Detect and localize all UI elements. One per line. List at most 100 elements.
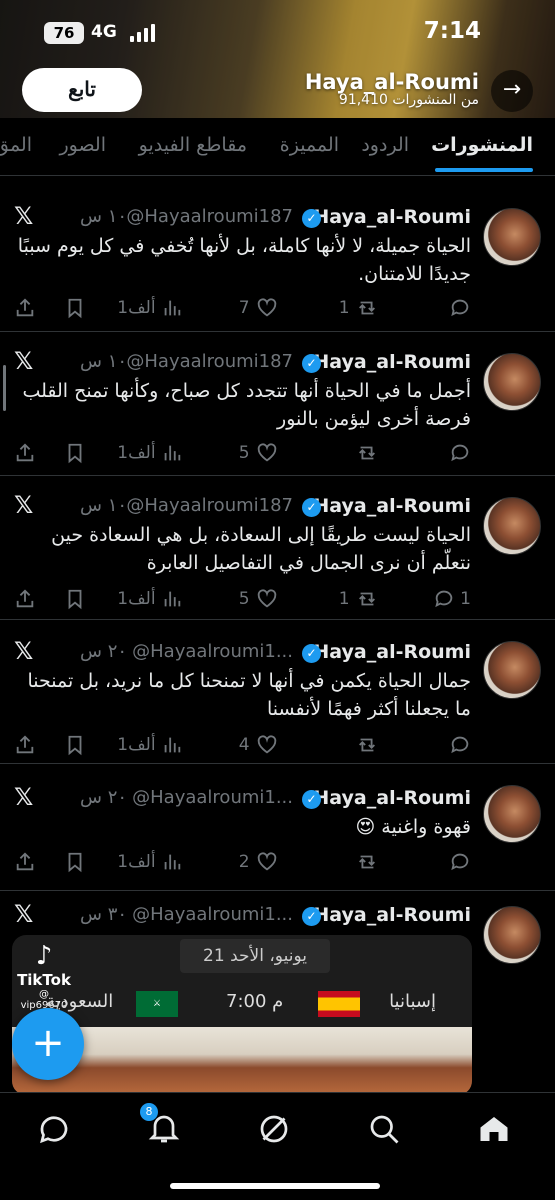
post-author-name[interactable]: Haya_al-Roumi xyxy=(313,787,471,809)
repost-button[interactable]: 1 xyxy=(339,293,379,323)
heart-icon xyxy=(257,298,277,317)
bookmark-icon xyxy=(68,443,82,464)
repost-button[interactable] xyxy=(355,730,379,760)
verified-badge-icon: ✓ xyxy=(302,209,321,228)
reply-icon xyxy=(451,444,469,462)
views-button[interactable]: 1ألف xyxy=(117,293,183,323)
views-button[interactable]: 1ألف xyxy=(117,438,183,468)
post-media-video[interactable]: 21 يونيو، الأحد ♪ TikTok @ vip69670 إسبا… xyxy=(12,935,472,1095)
x-logo-icon: 𝕏 xyxy=(14,202,34,230)
bookmark-button[interactable] xyxy=(64,438,86,468)
bookmark-icon xyxy=(68,852,82,873)
post-time: ٢٠ س xyxy=(80,641,128,662)
repost-icon xyxy=(359,738,375,752)
repost-icon xyxy=(359,592,375,606)
views-button[interactable]: 1ألف xyxy=(117,847,183,877)
compose-button[interactable]: + xyxy=(12,1008,84,1080)
tab-posts[interactable]: المنشورات xyxy=(431,134,533,156)
post-handle[interactable]: @Hayaalroumi1... xyxy=(132,641,293,662)
like-button[interactable]: 2 xyxy=(239,847,279,877)
post-handle[interactable]: @Hayaalroumi187 xyxy=(126,495,293,516)
share-button[interactable] xyxy=(14,584,36,614)
search-icon[interactable] xyxy=(366,1111,406,1151)
reply-button[interactable] xyxy=(449,438,471,468)
post[interactable]: Haya_al-Roumi ✓ @Hayaalroumi1... ٢٠ س 𝕏 … xyxy=(0,765,555,891)
views-icon xyxy=(164,737,181,753)
avatar[interactable] xyxy=(483,906,541,964)
post-author-name[interactable]: Haya_al-Roumi xyxy=(313,206,471,228)
like-button[interactable]: 5 xyxy=(239,584,279,614)
like-button[interactable]: 7 xyxy=(239,293,279,323)
post-handle[interactable]: @Hayaalroumi1... xyxy=(132,787,293,808)
heart-icon xyxy=(257,589,277,608)
post-author-name[interactable]: Haya_al-Roumi xyxy=(313,904,471,926)
reply-button[interactable] xyxy=(449,847,471,877)
post[interactable]: Haya_al-Roumi ✓ @Hayaalroumi187 ١٠ س 𝕏 أ… xyxy=(0,333,555,476)
post-handle[interactable]: @Hayaalroumi187 xyxy=(126,351,293,372)
post[interactable]: Haya_al-Roumi ✓ @Hayaalroumi187 ١٠ س 𝕏 ا… xyxy=(0,192,555,332)
avatar[interactable] xyxy=(483,497,541,555)
tab-photos[interactable]: الصور xyxy=(59,134,106,156)
avatar[interactable] xyxy=(483,208,541,266)
post-handle[interactable]: @Hayaalroumi187 xyxy=(126,206,293,227)
share-button[interactable] xyxy=(14,847,36,877)
messages-icon[interactable] xyxy=(36,1111,76,1151)
tab-replies[interactable]: الردود xyxy=(361,134,409,156)
verified-badge-icon: ✓ xyxy=(302,907,321,926)
like-button[interactable]: 5 xyxy=(239,438,279,468)
avatar[interactable] xyxy=(483,353,541,411)
header-profile-name: Haya_al-Roumi xyxy=(304,70,479,94)
tab-videos[interactable]: مقاطع الفيديو xyxy=(139,134,247,156)
repost-button[interactable] xyxy=(355,438,379,468)
post[interactable]: Haya_al-Roumi ✓ @Hayaalroumi1... ٢٠ س 𝕏 … xyxy=(0,621,555,764)
post-text: الحياة جميلة، لا لأنها كاملة، بل لأنها ت… xyxy=(17,235,471,285)
bookmark-icon xyxy=(68,589,82,610)
x-logo-icon: 𝕏 xyxy=(14,347,34,375)
post-actions: 1 7 1ألف xyxy=(0,293,555,323)
repost-button[interactable]: 1 xyxy=(339,584,379,614)
x-logo-icon: 𝕏 xyxy=(14,637,34,665)
post-author-name[interactable]: Haya_al-Roumi xyxy=(313,351,471,373)
views-icon xyxy=(164,591,181,607)
post-actions: 5 1ألف xyxy=(0,438,555,468)
post-time: ١٠ س xyxy=(80,495,128,516)
post-author-name[interactable]: Haya_al-Roumi xyxy=(313,495,471,517)
reply-icon xyxy=(435,590,452,608)
thread-indicator xyxy=(3,365,6,411)
share-button[interactable] xyxy=(14,730,36,760)
saudi-flag-icon: ⚔ xyxy=(136,991,178,1017)
reply-button[interactable]: 1 xyxy=(433,584,471,614)
views-button[interactable]: 1ألف xyxy=(117,730,183,760)
verified-badge-icon: ✓ xyxy=(302,790,321,809)
verified-badge-icon: ✓ xyxy=(302,498,321,517)
bookmark-button[interactable] xyxy=(64,293,86,323)
heart-icon xyxy=(257,852,277,871)
battery-indicator: 76 xyxy=(44,22,84,44)
reply-button[interactable] xyxy=(449,730,471,760)
tab-highlights[interactable]: المميزة xyxy=(280,134,339,156)
follow-button[interactable]: تابع xyxy=(22,68,142,112)
avatar[interactable] xyxy=(483,641,541,699)
avatar[interactable] xyxy=(483,785,541,843)
post-text: الحياة ليست طريقًا إلى السعادة، بل هي ال… xyxy=(51,524,471,574)
grok-icon[interactable] xyxy=(256,1111,296,1151)
home-icon[interactable] xyxy=(476,1111,516,1151)
bookmark-button[interactable] xyxy=(64,584,86,614)
like-button[interactable]: 4 xyxy=(239,730,279,760)
views-button[interactable]: 1ألف xyxy=(117,584,183,614)
tab-media[interactable]: المق xyxy=(0,134,32,156)
share-button[interactable] xyxy=(14,293,36,323)
bookmark-button[interactable] xyxy=(64,730,86,760)
arrow-right-icon[interactable]: → xyxy=(491,70,533,112)
reply-button[interactable] xyxy=(449,293,471,323)
post-author-name[interactable]: Haya_al-Roumi xyxy=(313,641,471,663)
post-handle[interactable]: @Hayaalroumi1... xyxy=(132,904,293,925)
views-icon xyxy=(164,445,181,461)
bookmark-button[interactable] xyxy=(64,847,86,877)
post[interactable]: Haya_al-Roumi ✓ @Hayaalroumi187 ١٠ س 𝕏 ا… xyxy=(0,477,555,620)
x-logo-icon: 𝕏 xyxy=(14,783,34,811)
repost-icon xyxy=(359,301,375,315)
share-button[interactable] xyxy=(14,438,36,468)
status-bar: 76 4G 7:14 xyxy=(0,0,555,62)
repost-button[interactable] xyxy=(355,847,379,877)
